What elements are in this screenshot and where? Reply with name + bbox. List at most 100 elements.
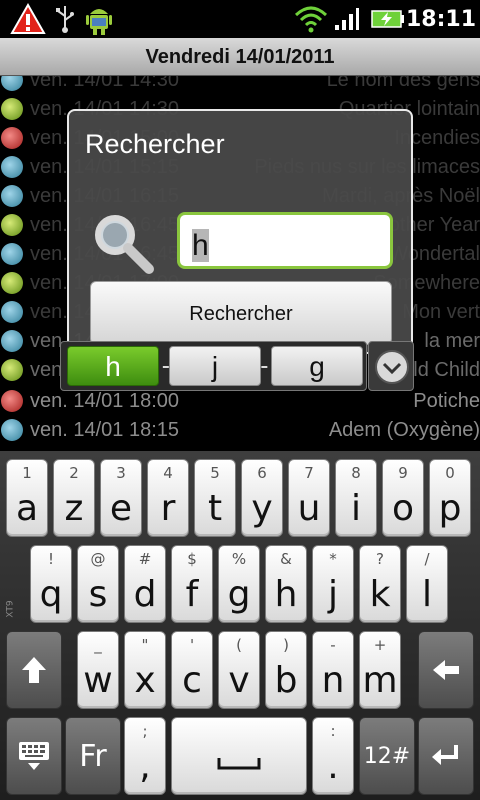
key-h[interactable]: & h	[265, 545, 307, 623]
key-label: z	[64, 488, 84, 529]
suggestion-item[interactable]: h	[67, 346, 159, 386]
key-label: c	[182, 660, 202, 701]
enter-button[interactable]	[418, 717, 474, 795]
key-label: f	[185, 574, 199, 615]
suggestion-bar: h j g	[60, 341, 367, 391]
channel-icon	[1, 127, 23, 149]
key-secondary: #	[138, 550, 152, 568]
key-label: h	[274, 574, 298, 615]
dialog-title: Rechercher	[85, 129, 225, 159]
key-label: q	[39, 574, 63, 615]
chevron-down-icon	[375, 350, 409, 384]
channel-icon	[1, 156, 23, 178]
shift-icon	[7, 632, 61, 708]
key-p[interactable]: 0p	[429, 459, 471, 537]
key-label: k	[369, 574, 391, 615]
clock: 18:11	[405, 6, 477, 32]
search-input[interactable]: h	[177, 212, 393, 269]
key-label: d	[133, 574, 157, 615]
list-item-date: ven. 14/01 18:00	[30, 390, 180, 412]
key-secondary: 8	[351, 464, 361, 482]
key-r[interactable]: 4r	[147, 459, 189, 537]
key-label: l	[421, 574, 432, 615]
status-bar: 18:11	[0, 0, 480, 38]
key-secondary: 7	[304, 464, 314, 482]
key-label: r	[160, 488, 176, 529]
android-debug-icon	[82, 0, 116, 38]
numeric-label: 12#	[363, 743, 411, 769]
space-icon	[172, 718, 306, 794]
key-secondary: 5	[210, 464, 220, 482]
key-secondary: )	[283, 636, 289, 654]
list-item-date: ven. 14/01 14:30	[30, 76, 180, 91]
suggestion-item[interactable]: j	[169, 346, 261, 386]
channel-icon	[1, 76, 23, 91]
suggestion-item[interactable]: g	[271, 346, 363, 386]
key-secondary: ;	[142, 722, 148, 740]
key-label: e	[109, 488, 133, 529]
key-secondary: 6	[257, 464, 267, 482]
key-secondary: 2	[69, 464, 79, 482]
key-v[interactable]: (v	[218, 631, 260, 709]
key-secondary: _	[94, 636, 102, 654]
search-input-value: h	[192, 229, 209, 262]
key-e[interactable]: 3e	[100, 459, 142, 537]
key-z[interactable]: 2z	[53, 459, 95, 537]
list-item-date: ven. 14/01 18:15	[30, 419, 180, 441]
list-item[interactable]: ven. 14/01 14:30 Le nom des gens	[0, 76, 480, 95]
key-f[interactable]: $ f	[171, 545, 213, 623]
key-label: w	[83, 660, 113, 701]
key-l[interactable]: / l	[406, 545, 448, 623]
key-a[interactable]: 1a	[6, 459, 48, 537]
key-k[interactable]: ? k	[359, 545, 401, 623]
numeric-mode-button[interactable]: 12#	[359, 717, 415, 795]
usb-icon	[50, 0, 80, 38]
search-button[interactable]: Rechercher	[90, 281, 392, 345]
key-i[interactable]: 8i	[335, 459, 377, 537]
list-item-title: Potiche	[413, 390, 480, 412]
language-button[interactable]: Fr	[65, 717, 121, 795]
key-n[interactable]: -n	[312, 631, 354, 709]
key-w[interactable]: _ w	[77, 631, 119, 709]
key-label: j	[327, 574, 338, 615]
key-secondary: 9	[398, 464, 408, 482]
key-o[interactable]: 9o	[382, 459, 424, 537]
search-dialog: Rechercher h Rechercher	[67, 109, 413, 354]
key-secondary: %	[231, 550, 247, 568]
key-j[interactable]: * j	[312, 545, 354, 623]
key-d[interactable]: # d	[124, 545, 166, 623]
channel-icon	[1, 390, 23, 412]
key-x[interactable]: " x	[124, 631, 166, 709]
key-b[interactable]: ) b	[265, 631, 307, 709]
key-period[interactable]: :.	[312, 717, 354, 795]
backspace-icon	[419, 632, 473, 708]
shift-button[interactable]	[6, 631, 62, 709]
key-y[interactable]: 6y	[241, 459, 283, 537]
backspace-button[interactable]	[418, 631, 474, 709]
space-bar[interactable]	[171, 717, 307, 795]
key-t[interactable]: 5t	[194, 459, 236, 537]
key-label: i	[350, 488, 361, 529]
key-secondary: ?	[376, 550, 384, 568]
key-secondary: /	[424, 550, 430, 568]
key-comma[interactable]: ;,	[124, 717, 166, 795]
key-g[interactable]: % g	[218, 545, 260, 623]
key-s[interactable]: @ s	[77, 545, 119, 623]
suggestions-expand-button[interactable]	[368, 341, 414, 391]
key-secondary: -	[330, 636, 336, 654]
key-label: b	[274, 660, 298, 701]
key-c[interactable]: ' c	[171, 631, 213, 709]
key-label: x	[134, 660, 156, 701]
hide-keyboard-button[interactable]	[6, 717, 62, 795]
key-m[interactable]: + m	[359, 631, 401, 709]
key-u[interactable]: 7u	[288, 459, 330, 537]
key-label: g	[227, 574, 251, 615]
list-item-title: la mer	[424, 330, 480, 352]
list-item[interactable]: ven. 14/01 18:15 Adem (Oxygène)	[0, 416, 480, 445]
key-secondary: &	[280, 550, 292, 568]
key-secondary: 1	[22, 464, 32, 482]
key-label: y	[251, 488, 273, 529]
language-label: Fr	[79, 738, 107, 774]
key-q[interactable]: ! q	[30, 545, 72, 623]
key-secondary: '	[189, 636, 195, 654]
